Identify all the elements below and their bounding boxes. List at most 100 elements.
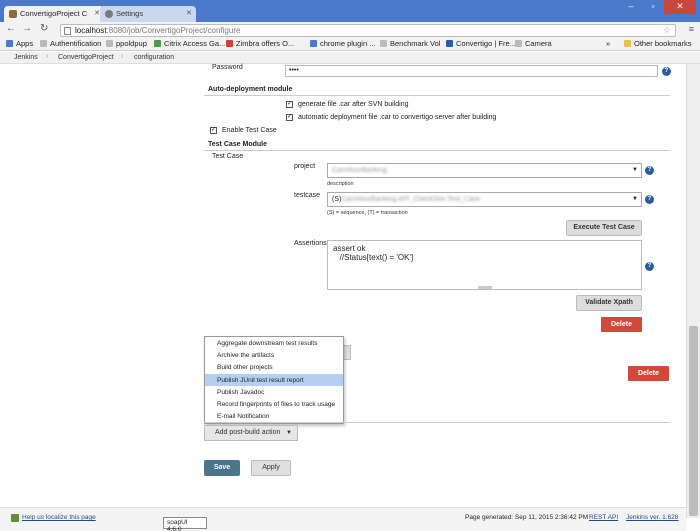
assertion-line: assert ok (333, 244, 366, 253)
google-icon (226, 40, 233, 47)
generate-car-label: generate file .car after SVN building (298, 101, 409, 108)
help-icon[interactable]: ? (645, 166, 654, 175)
scrollbar-thumb[interactable] (689, 326, 698, 516)
browser-tab-bar: ConvertigoProject C ✕ Settings ✕ – ▫ ✕ (0, 0, 700, 22)
post-build-action-menu: Aggregate downstream test results Archiv… (204, 336, 344, 424)
bookmark-convertigo[interactable]: Convertigo | Fre... (446, 39, 516, 48)
bookmark-label: Benchmark Vol (390, 39, 441, 48)
chrome-menu-icon[interactable]: ≡ (689, 24, 694, 34)
breadcrumb-configuration[interactable]: configuration (134, 54, 174, 61)
close-tab-icon[interactable]: ✕ (186, 9, 192, 17)
auto-deploy-label: automatic deployment file .car to conver… (298, 114, 497, 121)
page-generated-timestamp: Page generated: Sep 11, 2015 2:36:42 PM (465, 514, 589, 521)
password-field[interactable]: •••• (285, 65, 658, 77)
validate-xpath-button[interactable]: Validate Xpath (576, 295, 642, 311)
bookmark-apps[interactable]: Apps (6, 39, 33, 48)
jenkins-version-link[interactable]: Jenkins ver. 1.628 (626, 514, 678, 521)
convertigo-icon (446, 40, 453, 47)
window-close-icon[interactable]: ✕ (664, 0, 696, 14)
assertion-line: //Status[text() = 'OK'] (333, 253, 414, 262)
auto-deploy-checkbox[interactable]: ✓ (286, 114, 293, 121)
other-bookmarks[interactable]: Other bookmarks (624, 39, 692, 48)
jenkins-favicon-icon (9, 10, 17, 18)
localize-link[interactable]: Help us localize this page (22, 514, 96, 521)
dropdown-arrow-icon: ▼ (286, 430, 292, 436)
bookmark-star-icon[interactable]: ☆ (663, 25, 671, 36)
menu-item-build-other-projects[interactable]: Build other projects (205, 361, 343, 373)
dropdown-arrow-icon: ▼ (632, 196, 638, 202)
apply-button[interactable]: Apply (251, 460, 291, 476)
page-icon (380, 40, 387, 47)
settings-gear-icon (105, 10, 113, 18)
forward-icon[interactable]: → (22, 23, 32, 34)
bookmark-benchmark[interactable]: Benchmark Vol (380, 39, 440, 48)
back-icon[interactable]: ← (6, 23, 16, 34)
menu-item-publish-junit[interactable]: Publish JUnit test result report (205, 373, 343, 386)
save-button[interactable]: Save (204, 460, 240, 476)
bookmark-authentification[interactable]: Authentification (40, 39, 101, 48)
folder-icon (624, 40, 631, 47)
project-value: CarrefourBanking (332, 167, 387, 174)
localize-globe-icon (11, 514, 19, 522)
resize-grip-icon[interactable] (478, 286, 492, 289)
help-icon[interactable]: ? (645, 195, 654, 204)
description-label: description (327, 181, 354, 187)
section-divider (204, 95, 670, 96)
bookmarks-overflow-icon[interactable]: » (606, 39, 610, 48)
tab-convertigo-project[interactable]: ConvertigoProject C ✕ (4, 6, 104, 22)
tab-label: ConvertigoProject C (20, 9, 88, 18)
breadcrumb-project[interactable]: ConvertigoProject (58, 54, 114, 61)
maximize-icon[interactable]: ▫ (642, 0, 664, 14)
project-label: project (294, 163, 316, 170)
page-scrollbar[interactable] (686, 64, 700, 518)
google-icon (310, 40, 317, 47)
auto-deployment-heading: Auto-deployment module (208, 86, 293, 93)
bookmark-citrix[interactable]: Citrix Access Ga... (154, 39, 225, 48)
bookmark-chrome-plugin[interactable]: chrome plugin ... (310, 39, 375, 48)
address-bar[interactable]: localhost:8080/job/ConvertigoProject/con… (60, 24, 676, 37)
dropdown-arrow-icon: ▼ (632, 167, 638, 173)
assertions-textarea[interactable]: assert ok //Status[text() = 'OK'] (327, 240, 642, 290)
section-divider (204, 150, 670, 151)
add-post-build-action-label: Add post-build action (215, 429, 281, 436)
status-tooltip: soapUI 4.6.0 (163, 517, 207, 531)
enable-test-case-checkbox[interactable]: ✓ (210, 127, 217, 134)
testcase-label: testcase (294, 192, 321, 199)
generate-car-checkbox[interactable]: ✓ (286, 101, 293, 108)
assertions-label: Assertions (294, 240, 327, 247)
bookmark-label: Citrix Access Ga... (164, 39, 226, 48)
testcase-hint: (S) = sequence, (T) = transaction (327, 210, 408, 216)
add-post-build-action-button[interactable]: Add post-build action ▼ (204, 425, 298, 441)
reload-icon[interactable]: ↻ (40, 23, 48, 34)
browser-toolbar: ← → ↻ localhost:8080/job/ConvertigoProje… (0, 22, 700, 38)
breadcrumb: Jenkins › ConvertigoProject › configurat… (0, 52, 700, 64)
project-select[interactable]: CarrefourBanking ▼ (327, 163, 642, 178)
address-path: :8080/job/ConvertigoProject/configure (106, 26, 241, 35)
testcase-type-prefix: (S) (332, 196, 342, 203)
menu-item-publish-javadoc[interactable]: Publish Javadoc (205, 386, 343, 398)
page-icon (515, 40, 522, 47)
bookmark-ppoldpup[interactable]: ppoldpup (106, 39, 147, 48)
delete-assertion-button[interactable]: Delete (601, 317, 642, 332)
testcase-select[interactable]: (S)CarrefourBanking.API_CheckSite.Test_C… (327, 192, 642, 207)
testcase-value: CarrefourBanking.API_CheckSite.Test_Case (341, 196, 481, 203)
menu-item-aggregate-test-results[interactable]: Aggregate downstream test results (205, 337, 343, 349)
delete-module-button[interactable]: Delete (628, 366, 669, 381)
window-controls: – ▫ ✕ (620, 0, 696, 14)
bookmark-zimbra[interactable]: Zimbra offers O... (226, 39, 294, 48)
tab-settings[interactable]: Settings ✕ (100, 6, 196, 22)
execute-test-case-button[interactable]: Execute Test Case (566, 220, 642, 236)
menu-item-record-fingerprints[interactable]: Record fingerprints of files to track us… (205, 398, 343, 410)
breadcrumb-jenkins[interactable]: Jenkins (14, 54, 38, 61)
bookmark-label: Zimbra offers O... (236, 39, 295, 48)
citrix-icon (154, 40, 161, 47)
minimize-icon[interactable]: – (620, 0, 642, 14)
rest-api-link[interactable]: REST API (589, 514, 618, 521)
help-icon[interactable]: ? (645, 262, 654, 271)
help-icon[interactable]: ? (662, 67, 671, 76)
bookmark-camera[interactable]: Camera (515, 39, 552, 48)
menu-item-archive-artifacts[interactable]: Archive the artifacts (205, 349, 343, 361)
bookmark-label: chrome plugin ... (320, 39, 376, 48)
address-host: localhost (75, 26, 107, 35)
menu-item-email-notification[interactable]: E-mail Notification (205, 410, 343, 422)
